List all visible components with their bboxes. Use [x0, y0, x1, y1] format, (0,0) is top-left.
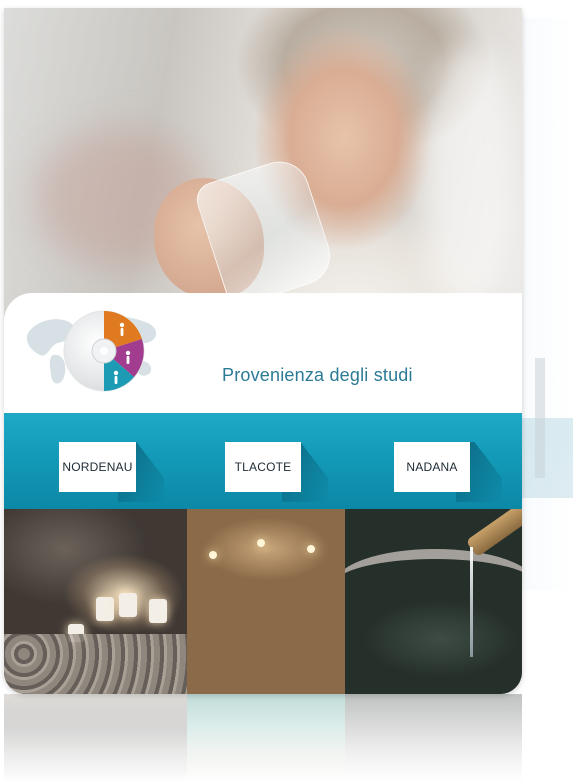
- header-panel: Provenienza degli studi: [4, 293, 522, 413]
- photo-nordenau-cave[interactable]: [4, 509, 187, 694]
- page-title: Provenienza degli studi: [222, 365, 413, 385]
- photo-nadana-fountain[interactable]: [345, 509, 522, 694]
- locations-band: NORDENAU TLACOTE NADANA: [4, 413, 522, 509]
- location-label: TLACOTE: [234, 460, 292, 474]
- photo-tlacote-spring[interactable]: [187, 509, 345, 694]
- hero-image-woman-drinking-water: [4, 8, 522, 338]
- location-label: NADANA: [406, 460, 458, 474]
- studies-disc-icon: [63, 310, 145, 392]
- location-tag-nadana[interactable]: NADANA: [394, 442, 470, 492]
- location-label: NORDENAU: [62, 460, 133, 474]
- water-stream: [470, 547, 473, 657]
- photo-reflection: [4, 694, 522, 783]
- location-tag-nordenau[interactable]: NORDENAU: [59, 442, 136, 492]
- bamboo-spout: [465, 509, 522, 558]
- studies-card: Provenienza degli studi NORDENAU TLACOTE…: [4, 8, 522, 694]
- location-tag-tlacote[interactable]: TLACOTE: [225, 442, 301, 492]
- ghost-pillar: [535, 358, 545, 478]
- location-photos: [4, 509, 522, 694]
